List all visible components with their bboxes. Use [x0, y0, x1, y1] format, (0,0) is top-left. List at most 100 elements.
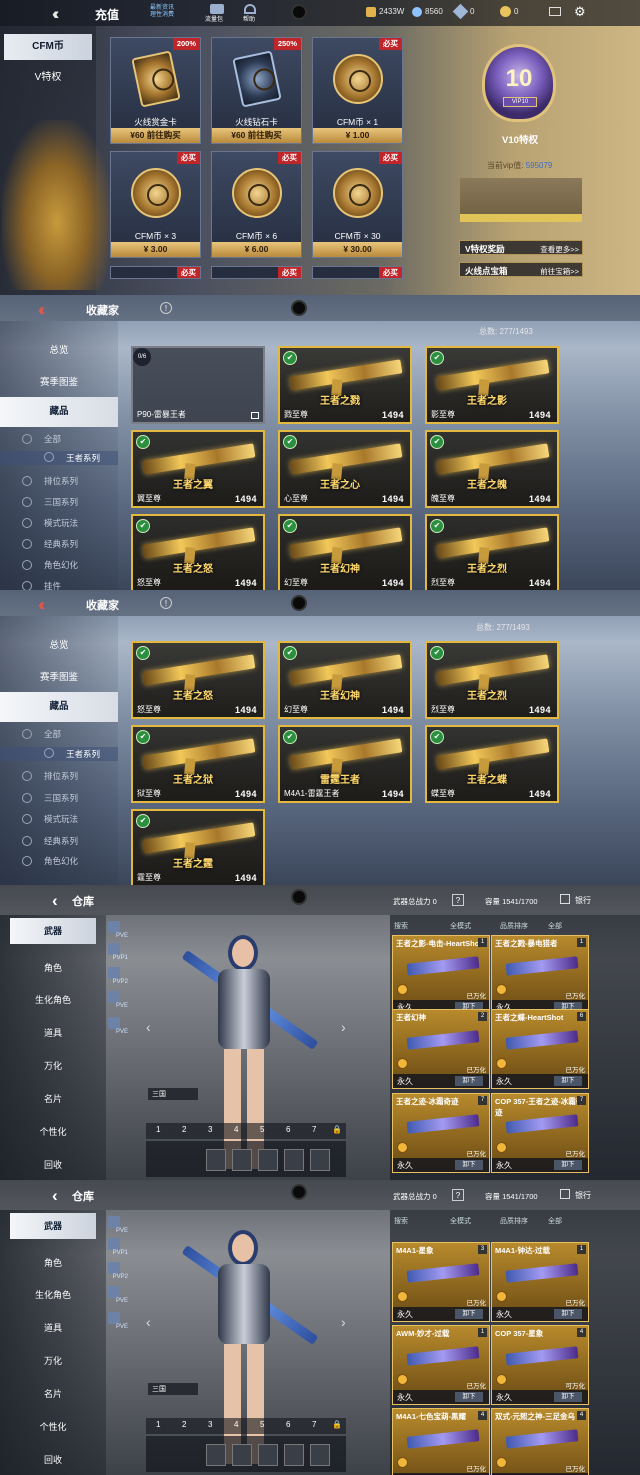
buy-button[interactable]: ¥ 30.00: [313, 242, 402, 257]
mail-icon[interactable]: [549, 7, 561, 16]
collection-item[interactable]: ✔ 王者之戮 戮至尊 1494: [278, 346, 412, 424]
collection-item[interactable]: ✔ 王者幻神 幻至尊 1494: [278, 514, 412, 590]
mode-slot[interactable]: PVE: [106, 989, 128, 1009]
unequip-button[interactable]: 卸下: [554, 1160, 582, 1170]
subnav-all[interactable]: 全部: [21, 433, 61, 445]
loadout-slot-number[interactable]: 5: [260, 1125, 264, 1134]
search-input[interactable]: 搜索: [394, 1216, 408, 1226]
subnav-mode-play[interactable]: 模式玩法: [21, 517, 78, 529]
loadout-tab[interactable]: 三国: [148, 1383, 198, 1395]
subnav-mode-play[interactable]: 模式玩法: [21, 813, 78, 825]
mode-slot[interactable]: PVE: [106, 1214, 128, 1234]
v-privilege-reward-link[interactable]: V特权奖励 查看更多>>: [459, 240, 583, 255]
buy-button[interactable]: ¥60 前往购买: [111, 128, 200, 143]
search-input[interactable]: 搜索: [394, 921, 408, 931]
cfm-coin-30-item[interactable]: 必买 CFM币 × 30 ¥ 30.00: [312, 151, 403, 258]
unequip-button[interactable]: 卸下: [455, 1392, 483, 1402]
cfm-coin-3-item[interactable]: 必买 CFM币 × 3 ¥ 3.00: [110, 151, 201, 258]
subnav-classic-series[interactable]: 经典系列: [21, 538, 78, 550]
loadout-slot-number[interactable]: 3: [208, 1125, 212, 1134]
collection-item[interactable]: ✔ 王者之心 心至尊 1494: [278, 430, 412, 508]
news-link[interactable]: 最新资讯: [150, 5, 174, 12]
collection-item[interactable]: ✔ 王者之烈 烈至尊 1494: [425, 641, 559, 719]
mode-slot[interactable]: PVP2: [106, 965, 128, 985]
next-card-stub[interactable]: 必买: [110, 266, 201, 279]
loadout-slot-number[interactable]: 4: [234, 1125, 238, 1134]
nav-props[interactable]: 道具: [0, 1026, 106, 1039]
bounty-card-item[interactable]: 200% 火线赏金卡 ¥60 前往购买: [110, 37, 201, 144]
collection-item[interactable]: 0/6 P90-雷暴王者: [131, 346, 265, 424]
next-arrow-icon[interactable]: ›: [341, 1019, 346, 1035]
equipped-slot[interactable]: [284, 1444, 304, 1466]
subnav-three-kingdoms-series[interactable]: 三国系列: [21, 496, 78, 508]
loadout-tab[interactable]: 三国: [148, 1088, 198, 1100]
mode-slot[interactable]: PVE: [106, 1284, 128, 1304]
treasure-box-link[interactable]: 火线点宝箱 前往宝箱>>: [459, 262, 583, 277]
weapon-cell[interactable]: 王者之戮-暴电猎者 1 已万化 永久 卸下: [491, 935, 589, 1015]
equipped-slot[interactable]: [206, 1444, 226, 1466]
nav-overview[interactable]: 总览: [0, 342, 118, 356]
category-filter[interactable]: 全部: [548, 921, 562, 931]
rational-spending-link[interactable]: 理性消费: [150, 12, 174, 19]
loadout-slot-number[interactable]: 6: [286, 1420, 290, 1429]
data-pack-label[interactable]: 流量包: [205, 14, 223, 23]
nav-characters[interactable]: 角色: [0, 1256, 106, 1269]
subnav-ranked-series[interactable]: 排位系列: [21, 770, 78, 782]
prev-arrow-icon[interactable]: ‹: [146, 1314, 151, 1330]
mode-slot[interactable]: PVP2: [106, 1260, 128, 1280]
nav-recycle[interactable]: 回收: [0, 1158, 106, 1171]
nav-name-card[interactable]: 名片: [0, 1387, 106, 1400]
mode-slot[interactable]: PVE: [106, 919, 128, 939]
bank-icon[interactable]: [560, 894, 570, 904]
collection-item[interactable]: ✔ 雷霆王者 M4A1-雷霆王者 1494: [278, 725, 412, 803]
collection-item[interactable]: ✔ 王者之霆 霆至尊 1494: [131, 809, 265, 885]
nav-personalization[interactable]: 个性化: [0, 1125, 106, 1138]
subnav-three-kingdoms-series[interactable]: 三国系列: [21, 792, 78, 804]
subnav-classic-series[interactable]: 经典系列: [21, 835, 78, 847]
sort-filter[interactable]: 品质排序: [500, 1216, 528, 1226]
bank-icon[interactable]: [560, 1189, 570, 1199]
info-links[interactable]: 最新资讯 理性消费: [150, 5, 174, 19]
cfm-coin-6-item[interactable]: 必买 CFM币 × 6 ¥ 6.00: [211, 151, 302, 258]
settings-gear-icon[interactable]: ⚙: [574, 4, 586, 20]
diamond-card-item[interactable]: 250% 火线钻石卡 ¥60 前往购买: [211, 37, 302, 144]
unequip-button[interactable]: 卸下: [455, 1160, 483, 1170]
equipped-slot[interactable]: [284, 1149, 304, 1171]
subnav-king-series[interactable]: 王者系列: [0, 747, 118, 761]
nav-collection[interactable]: 藏品: [0, 397, 118, 427]
buy-button[interactable]: ¥60 前往购买: [212, 128, 301, 143]
collection-item[interactable]: ✔ 王者之蝶 蝶至尊 1494: [425, 725, 559, 803]
subnav-character-skin[interactable]: 角色幻化: [21, 559, 78, 571]
weapon-cell[interactable]: 王者之迹-冰霜奇迹 7 已万化 永久 卸下: [392, 1093, 490, 1173]
info-icon[interactable]: !: [160, 302, 172, 314]
prev-arrow-icon[interactable]: ‹: [146, 1019, 151, 1035]
collection-item[interactable]: ✔ 王者之怒 怒至尊 1494: [131, 641, 265, 719]
info-icon[interactable]: !: [160, 597, 172, 609]
sort-filter[interactable]: 品质排序: [500, 921, 528, 931]
mode-slot[interactable]: PVP1: [106, 1236, 128, 1256]
weapon-cell[interactable]: 王者之蝶-HeartShot 6 已万化 永久 卸下: [491, 1009, 589, 1089]
loadout-slot-number[interactable]: 3: [208, 1420, 212, 1429]
link-action[interactable]: 查看更多>>: [540, 244, 579, 255]
mode-slot[interactable]: PVE: [106, 1310, 128, 1330]
loadout-slot-number[interactable]: 5: [260, 1420, 264, 1429]
collection-item[interactable]: ✔ 王者之翼 翼至尊 1494: [131, 430, 265, 508]
equipped-slot[interactable]: [310, 1149, 330, 1171]
unequip-button[interactable]: 卸下: [554, 1309, 582, 1319]
loadout-slot-number[interactable]: 2: [182, 1420, 186, 1429]
subnav-king-series[interactable]: 王者系列: [0, 451, 118, 465]
nav-overview[interactable]: 总览: [0, 637, 118, 651]
collection-item[interactable]: ✔ 王者之烈 烈至尊 1494: [425, 514, 559, 590]
tab-cfm-coin[interactable]: CFM币: [4, 34, 92, 60]
back-arrow-icon[interactable]: ‹: [52, 892, 58, 909]
nav-weapons[interactable]: 武器: [10, 918, 96, 944]
unequip-button[interactable]: 卸下: [554, 1076, 582, 1086]
weapon-cell[interactable]: COP 357-王者之迹-冰霜奇迹 7 已万化 永久 卸下: [491, 1093, 589, 1173]
collection-item[interactable]: ✔ 王者幻神 幻至尊 1494: [278, 641, 412, 719]
link-action[interactable]: 前往宝箱>>: [540, 266, 579, 277]
nav-transform[interactable]: 万化: [0, 1354, 106, 1367]
nav-transform[interactable]: 万化: [0, 1059, 106, 1072]
collection-item[interactable]: ✔ 王者之魄 魄至尊 1494: [425, 430, 559, 508]
help-label[interactable]: 帮助: [243, 14, 255, 23]
subnav-character-skin[interactable]: 角色幻化: [21, 855, 78, 867]
